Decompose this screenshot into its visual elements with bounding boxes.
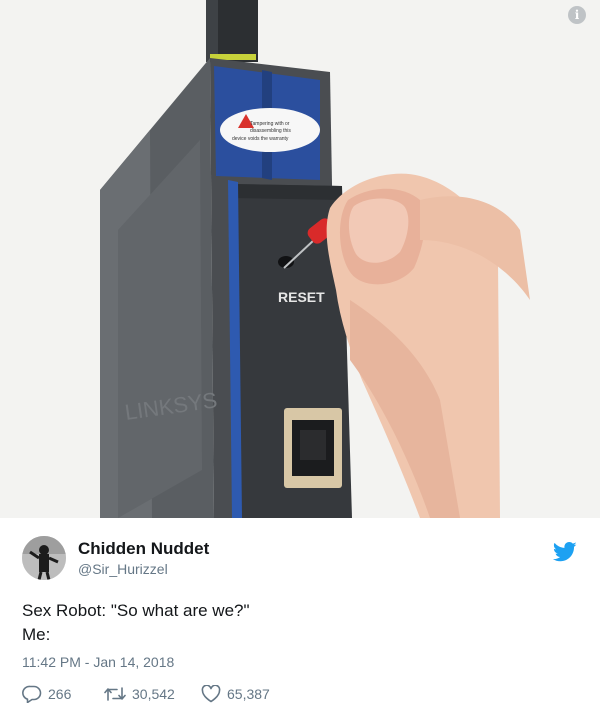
like-button[interactable]: 65,387 (201, 684, 270, 704)
tweet-text-line-1: Sex Robot: "So what are we?" (22, 601, 250, 620)
svg-text:Tampering with or: Tampering with or (250, 121, 290, 127)
router-photo-illustration: Tampering with or disassembling this dev… (0, 0, 600, 518)
avatar[interactable] (22, 536, 66, 580)
heart-icon (201, 685, 221, 703)
reply-count: 266 (48, 686, 72, 702)
retweet-count: 30,542 (132, 686, 175, 702)
info-icon[interactable]: i (568, 6, 586, 24)
tweet-text-line-2: Me: (22, 625, 51, 644)
tweet-timestamp[interactable]: 11:42 PM - Jan 14, 2018 (22, 654, 174, 670)
svg-text:disassembling this: disassembling this (250, 128, 291, 134)
tweet-card: Chidden Nuddet @Sir_Hurizzel Sex Robot: … (0, 518, 600, 716)
reply-icon (22, 685, 42, 703)
retweet-button[interactable]: 30,542 (104, 684, 175, 704)
display-name[interactable]: Chidden Nuddet (78, 539, 209, 559)
svg-text:device voids the warranty: device voids the warranty (232, 136, 289, 142)
like-count: 65,387 (227, 686, 270, 702)
twitter-bird-icon[interactable] (552, 542, 577, 562)
svg-text:RESET: RESET (278, 289, 325, 305)
reply-button[interactable]: 266 (22, 684, 71, 704)
retweet-icon (104, 687, 126, 701)
user-handle[interactable]: @Sir_Hurizzel (78, 561, 168, 577)
tweet-photo[interactable]: Tampering with or disassembling this dev… (0, 0, 600, 518)
